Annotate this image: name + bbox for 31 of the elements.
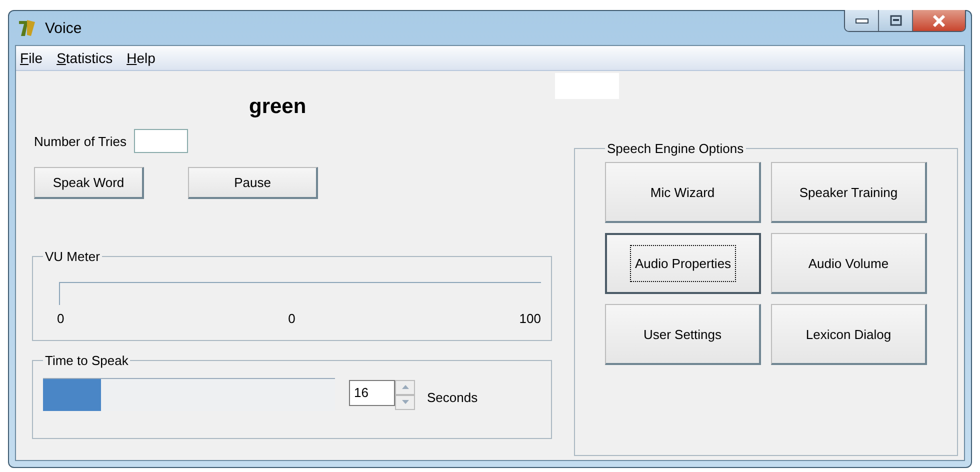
option-button[interactable]: Audio Properties [605,233,761,294]
maximize-button[interactable] [879,10,913,31]
seconds-field[interactable]: 16 [349,380,395,406]
menu-item[interactable]: Help [126,50,156,66]
action-button[interactable]: Pause [188,167,318,199]
menu-item[interactable]: Statistics [56,50,113,66]
option-button[interactable]: Speaker Training [771,162,927,223]
tries-label: Number of Tries [34,134,126,148]
up-arrow-icon [402,385,408,389]
down-arrow-icon [402,400,408,404]
option-button[interactable]: Audio Volume [771,233,927,294]
scale-label: 100 [519,311,541,326]
menu-item[interactable]: File [20,50,43,66]
minimize-button[interactable] [845,10,879,31]
group-title: Time to Speak [44,353,130,368]
minimize-icon [854,18,868,24]
tries-field[interactable] [134,129,188,153]
action-button[interactable]: Speak Word [34,167,144,199]
option-button[interactable]: Mic Wizard [605,162,761,223]
scale-label: 0 [57,311,64,326]
unit-label: Seconds [427,390,478,405]
option-button[interactable]: Lexicon Dialog [771,304,927,365]
maximize-icon [890,15,902,26]
group-title: Speech Engine Options [606,141,745,156]
window-title: Voice [45,20,82,36]
scale-label: 0 [288,311,296,326]
close-button[interactable] [913,10,965,31]
option-button[interactable]: User Settings [605,304,761,365]
current-word: green [249,95,306,119]
group-title: VU Meter [44,249,101,264]
close-icon [932,14,946,26]
